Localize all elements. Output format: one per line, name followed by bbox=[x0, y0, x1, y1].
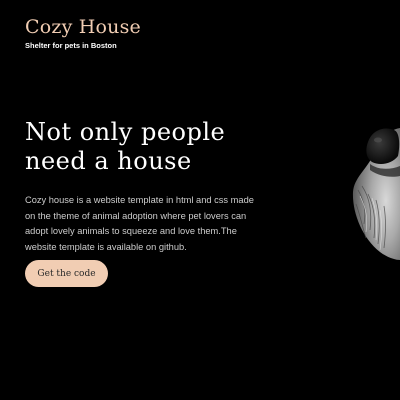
page: Cozy House Shelter for pets in Boston No… bbox=[0, 0, 400, 400]
logo-subtitle: Shelter for pets in Boston bbox=[25, 41, 117, 50]
get-the-code-button[interactable]: Get the code bbox=[25, 260, 108, 287]
hero-title-line-1: Not only people bbox=[25, 118, 226, 146]
hero-title-line-2: need a house bbox=[25, 147, 192, 175]
dog-image bbox=[352, 128, 400, 260]
logo[interactable]: Cozy House Shelter for pets in Boston bbox=[25, 15, 141, 50]
logo-title[interactable]: Cozy House bbox=[25, 15, 141, 39]
hero-title: Not only people need a house bbox=[25, 118, 265, 176]
hero-description: Cozy house is a website template in html… bbox=[25, 195, 254, 252]
